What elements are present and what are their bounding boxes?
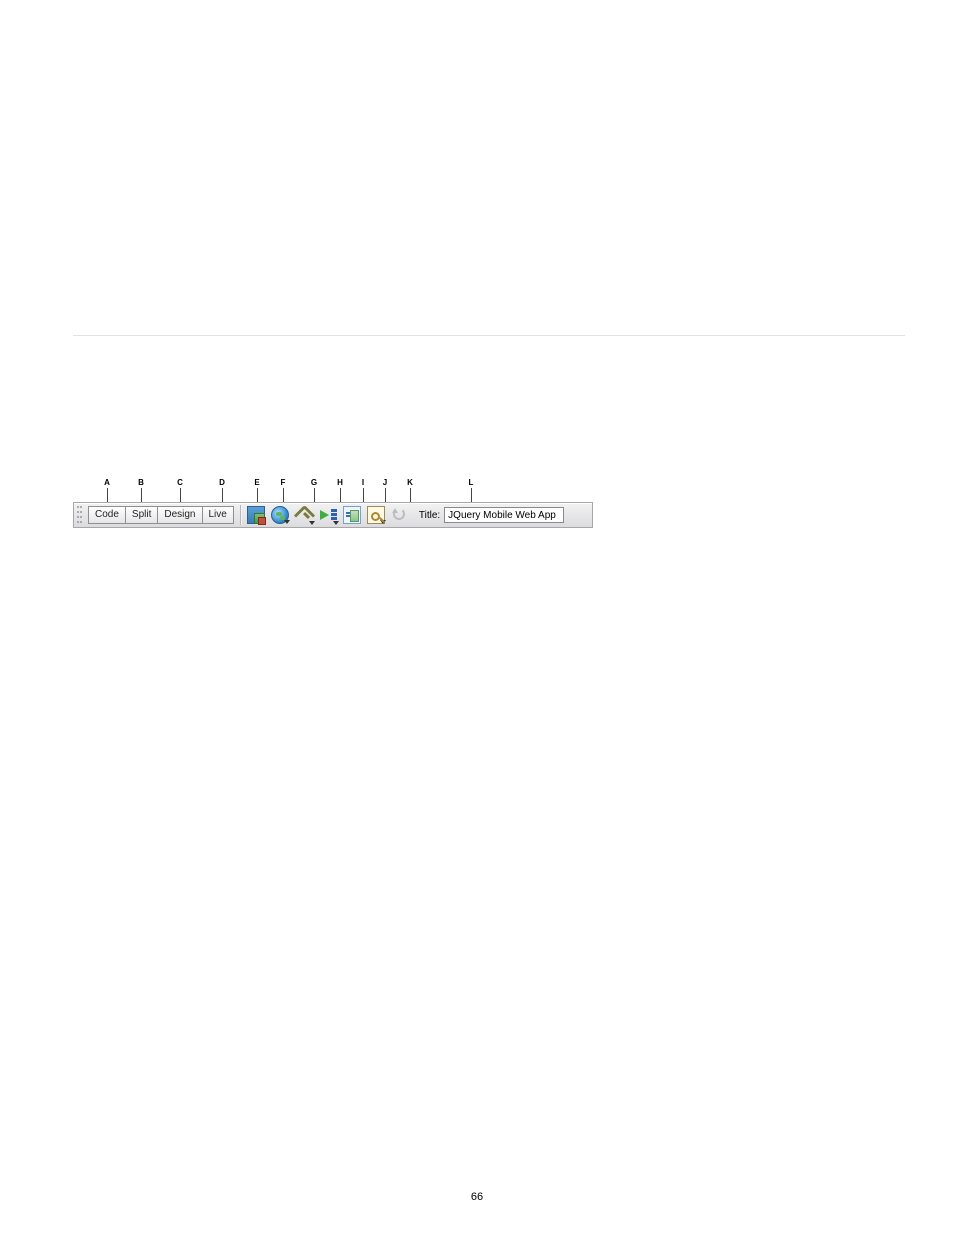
- title-label: Title:: [419, 510, 440, 521]
- label-i: I: [362, 478, 364, 487]
- split-view-button[interactable]: Split: [125, 506, 158, 524]
- page-number: 66: [0, 1191, 954, 1203]
- grip-icon[interactable]: [76, 504, 84, 526]
- label-e: E: [254, 478, 259, 487]
- live-code-icon[interactable]: [319, 506, 337, 524]
- label-a: A: [104, 478, 110, 487]
- horizontal-rule: [73, 335, 905, 336]
- separator: [240, 505, 241, 525]
- label-h: H: [337, 478, 343, 487]
- page: A B C D E F G H I J K L: [0, 0, 954, 1235]
- label-b: B: [138, 478, 144, 487]
- live-view-button[interactable]: Live: [202, 506, 234, 524]
- toolbar-figure: A B C D E F G H I J K L: [73, 478, 593, 532]
- title-input[interactable]: [444, 507, 564, 523]
- label-l: L: [469, 478, 474, 487]
- code-view-button[interactable]: Code: [88, 506, 126, 524]
- title-group: Title:: [419, 507, 564, 523]
- label-d: D: [219, 478, 225, 487]
- multiscreen-preview-icon[interactable]: [247, 506, 265, 524]
- label-g: G: [311, 478, 317, 487]
- label-f: F: [281, 478, 286, 487]
- label-c: C: [177, 478, 183, 487]
- inspect-icon[interactable]: [343, 506, 361, 524]
- visual-aids-icon[interactable]: [367, 506, 385, 524]
- design-view-button[interactable]: Design: [157, 506, 202, 524]
- label-k: K: [407, 478, 413, 487]
- document-toolbar: Code Split Design Live Title:: [73, 502, 593, 528]
- toolbar-icon-group: [247, 506, 409, 524]
- browser-preview-icon[interactable]: [271, 506, 289, 524]
- view-button-group: Code Split Design Live: [88, 506, 234, 524]
- refresh-icon[interactable]: [391, 506, 409, 524]
- label-j: J: [383, 478, 387, 487]
- file-management-icon[interactable]: [295, 506, 313, 524]
